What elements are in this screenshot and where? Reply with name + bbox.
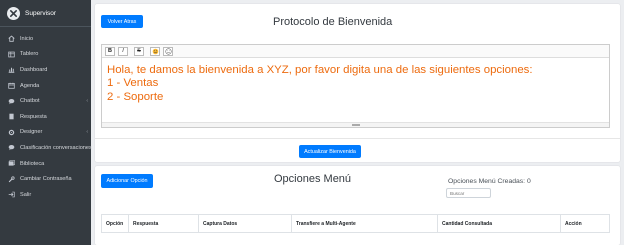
sidebar-item-biblioteca[interactable]: Biblioteca <box>0 156 91 172</box>
wrench-icon <box>8 176 15 183</box>
table-icon <box>8 51 15 58</box>
italic-button[interactable]: I <box>118 46 128 56</box>
column-header[interactable]: Cantidad Consultada <box>437 214 561 233</box>
chat-icon <box>8 144 15 151</box>
message-editor[interactable]: B I S Hola, te damos la bienvenida a XYZ… <box>101 44 610 128</box>
sidebar-item-label: Designer <box>20 129 43 136</box>
column-header[interactable]: Opción <box>101 214 129 233</box>
sidebar-item-label: Tablero <box>20 51 39 58</box>
chart-icon <box>8 66 15 74</box>
sidebar-item-label: Agenda <box>20 82 40 89</box>
calendar-icon <box>8 82 15 89</box>
brand-logo-icon <box>7 6 20 20</box>
sidebar-item-label: Dashboard <box>20 66 48 73</box>
sidebar-item-label: Cambiar Contraseña <box>20 176 72 183</box>
menu-title: Opciones Menú <box>274 173 352 185</box>
sidebar-item-clasificacion[interactable]: Clasificación conversaciones <box>0 140 92 156</box>
options-count: Opciones Menú Creadas: 0 <box>448 178 531 185</box>
sidebar-item-inicio[interactable]: Inicio <box>0 31 91 47</box>
home-icon <box>8 35 15 43</box>
search-input[interactable] <box>446 188 491 198</box>
sidebar-item-designer[interactable]: Designer ‹ <box>0 125 91 141</box>
sidebar-nav: Inicio Tablero Dashboard Agenda Chatbot … <box>0 27 92 203</box>
sidebar-item-tablero[interactable]: Tablero <box>0 47 91 63</box>
sidebar-item-label: Inicio <box>20 35 34 42</box>
table-header-row: Opción Respuesta Captura Datos Transfier… <box>101 214 610 233</box>
emoji-picker-icon[interactable] <box>150 46 160 56</box>
sidebar-item-chatbot[interactable]: Chatbot ‹ <box>0 93 91 109</box>
add-option-button[interactable]: Adicionar Opción <box>101 174 153 188</box>
sidebar-item-dashboard[interactable]: Dashboard <box>0 62 91 78</box>
chevron-left-icon: ‹ <box>86 98 88 105</box>
chevron-left-icon: ‹ <box>86 129 88 136</box>
strike-button[interactable]: S <box>134 46 144 56</box>
welcome-card: Volver Atras Protocolo de Bienvenida B I… <box>95 4 620 162</box>
menu-options-card: Adicionar Opción Opciones Menú Opciones … <box>95 166 620 245</box>
column-header[interactable]: Transfiere a Multi-Agente <box>291 214 438 233</box>
options-table: Opción Respuesta Captura Datos Transfier… <box>101 214 610 233</box>
sidebar: Supervisor Inicio Tablero Dashboard Agen… <box>0 0 92 245</box>
message-text[interactable]: Hola, te damos la bienvenida a XYZ, por … <box>102 58 609 104</box>
divider <box>95 138 620 139</box>
back-button[interactable]: Volver Atras <box>101 15 143 28</box>
sidebar-item-label: Biblioteca <box>20 160 45 167</box>
smiley-icon[interactable] <box>163 46 173 56</box>
exit-icon <box>8 191 15 198</box>
sidebar-item-label: Chatbot <box>20 98 40 105</box>
sidebar-item-label: Salir <box>20 191 32 198</box>
brand[interactable]: Supervisor <box>0 0 91 27</box>
column-header[interactable]: Acción <box>560 214 610 233</box>
brand-name: Supervisor <box>25 9 57 17</box>
sidebar-item-respuesta[interactable]: Respuesta <box>0 109 91 125</box>
message-line: 1 - Ventas <box>107 77 159 90</box>
bold-button[interactable]: B <box>105 46 115 56</box>
column-header[interactable]: Respuesta <box>128 214 199 233</box>
editor-resize-handle[interactable] <box>102 122 609 127</box>
sidebar-item-label: Clasificación conversaciones <box>20 144 92 151</box>
message-line: Hola, te damos la bienvenida a XYZ, por … <box>107 64 533 76</box>
editor-toolbar: B I S <box>102 45 609 58</box>
cog-icon <box>8 129 15 136</box>
update-welcome-button[interactable]: Actualizar Bienvenida <box>299 145 361 158</box>
chat-icon <box>8 98 15 105</box>
library-icon <box>8 160 15 167</box>
sidebar-item-salir[interactable]: Salir <box>0 187 91 203</box>
main-content: Volver Atras Protocolo de Bienvenida B I… <box>91 0 624 245</box>
book-icon <box>8 113 15 120</box>
sidebar-item-agenda[interactable]: Agenda <box>0 78 91 94</box>
message-line: 2 - Soporte <box>107 90 164 103</box>
sidebar-item-label: Respuesta <box>20 113 47 120</box>
column-header[interactable]: Captura Datos <box>198 214 292 233</box>
sidebar-item-cambiar-contrasena[interactable]: Cambiar Contraseña <box>0 171 91 187</box>
welcome-title: Protocolo de Bienvenida <box>273 16 393 28</box>
